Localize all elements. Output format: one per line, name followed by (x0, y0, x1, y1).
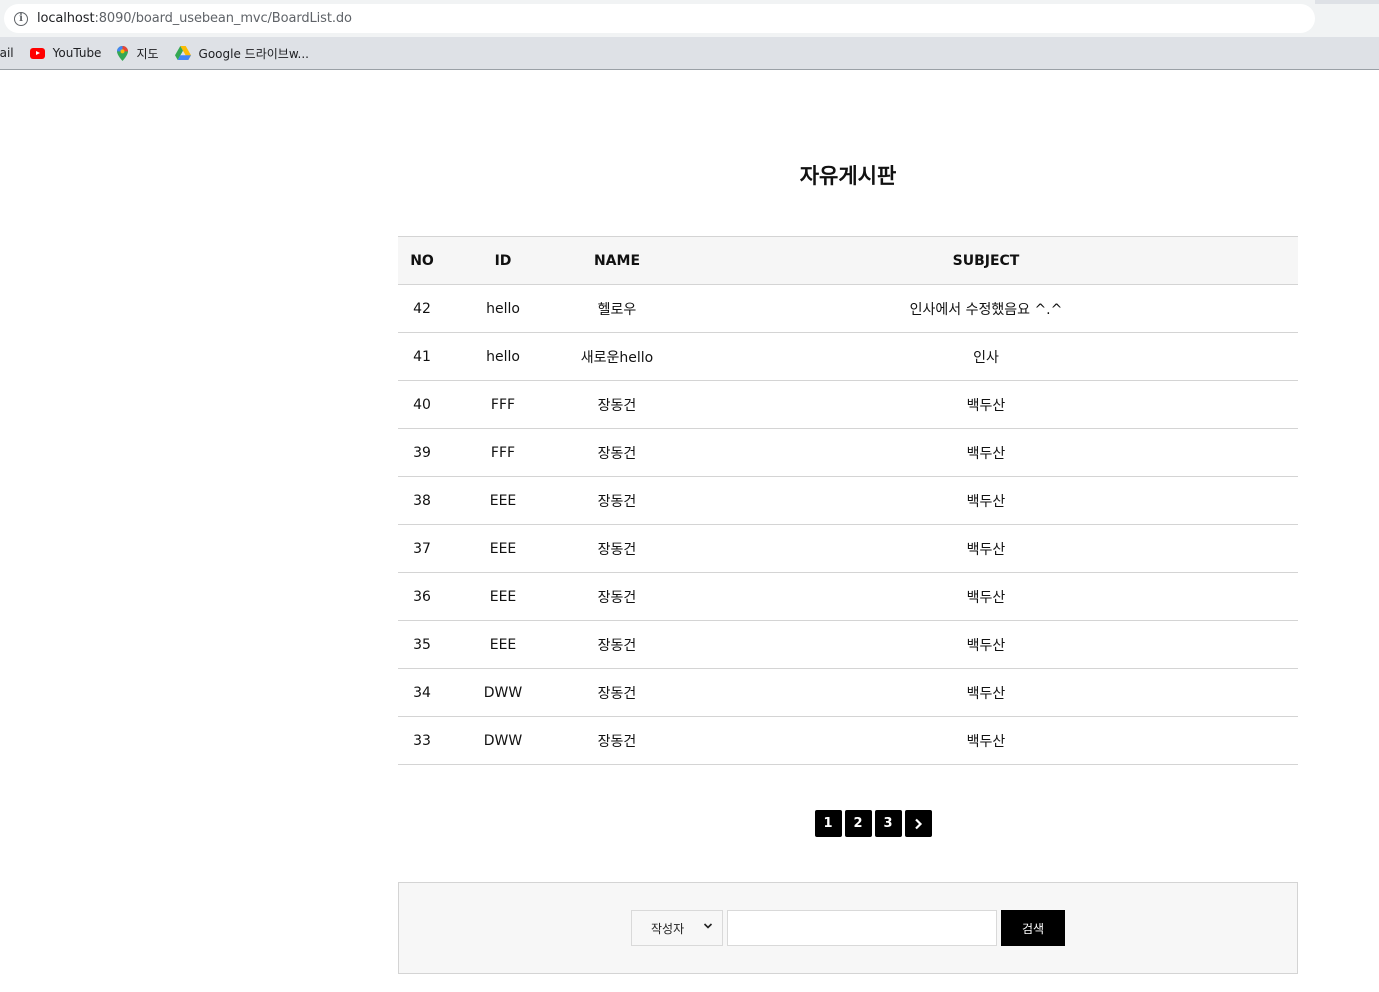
cell-name: 장동건 (560, 668, 674, 717)
search-button[interactable]: 검색 (1001, 910, 1065, 946)
cell-name: 헬로우 (560, 284, 674, 333)
cell-subject[interactable]: 백두산 (674, 380, 1298, 429)
cell-subject[interactable]: 백두산 (674, 428, 1298, 477)
table-row[interactable]: 40 FFF 장동건 백두산 (398, 380, 1298, 429)
cell-no: 38 (398, 476, 446, 525)
header-id: ID (494, 252, 512, 269)
youtube-icon (29, 47, 45, 59)
cell-subject[interactable]: 인사 (674, 332, 1298, 381)
table-row[interactable]: 36 EEE 장동건 백두산 (398, 572, 1298, 621)
url-text[interactable]: localhost:8090/board_usebean_mvc/BoardLi… (37, 11, 352, 26)
cell-name: 장동건 (560, 380, 674, 429)
cell-no: 34 (398, 668, 446, 717)
header-subject: SUBJECT (952, 252, 1020, 269)
table-row[interactable]: 37 EEE 장동건 백두산 (398, 524, 1298, 573)
google-drive-icon (174, 46, 191, 60)
table-row[interactable]: 33 DWW 장동건 백두산 (398, 716, 1298, 765)
cell-subject[interactable]: 백두산 (674, 716, 1298, 765)
url-field[interactable]: i localhost:8090/board_usebean_mvc/Board… (4, 4, 1315, 33)
page-button-1[interactable]: 1 (814, 810, 842, 837)
search-panel: 작성자 검색 (398, 882, 1298, 974)
url-path: :8090/board_usebean_mvc/BoardList.do (94, 11, 352, 26)
cell-no: 35 (398, 620, 446, 669)
cell-no: 42 (398, 284, 446, 333)
chevron-right-icon (915, 818, 923, 829)
bookmark-google-drive[interactable]: Google 드라이브w... (174, 37, 309, 69)
cell-subject[interactable]: 인사에서 수정했음요 ^.^ (674, 284, 1298, 333)
next-page-button[interactable] (904, 810, 932, 837)
site-info-icon[interactable]: i (14, 11, 28, 26)
bookmark-drive-label: Google 드라이브w... (198, 46, 309, 61)
cell-name: 장동건 (560, 572, 674, 621)
bookmark-gmail[interactable]: nail (0, 37, 14, 69)
cell-subject[interactable]: 백두산 (674, 476, 1298, 525)
cell-no: 41 (398, 332, 446, 381)
table-row[interactable]: 34 DWW 장동건 백두산 (398, 668, 1298, 717)
cell-no: 33 (398, 716, 446, 765)
cell-id: DWW (446, 668, 560, 717)
pagination: 1 2 3 (398, 810, 1298, 837)
cell-name: 장동건 (560, 428, 674, 477)
cell-id: EEE (446, 620, 560, 669)
cell-id: EEE (446, 524, 560, 573)
url-host: localhost (37, 11, 95, 26)
cell-subject[interactable]: 백두산 (674, 524, 1298, 573)
board-table: NO ID NAME SUBJECT 42 hello 헬로우 인사에서 수정했… (398, 236, 1298, 765)
chevron-down-icon (703, 922, 713, 930)
page-title: 자유게시판 (799, 164, 897, 188)
browser-address-bar: i localhost:8090/board_usebean_mvc/Board… (0, 0, 1379, 37)
bookmark-youtube-label: YouTube (52, 46, 102, 60)
bookmarks-bar: nail YouTube 지도 Google 드라이브w... (0, 37, 1379, 70)
cell-subject[interactable]: 백두산 (674, 668, 1298, 717)
cell-id: FFF (446, 380, 560, 429)
table-row[interactable]: 41 hello 새로운hello 인사 (398, 332, 1298, 381)
cell-id: hello (446, 284, 560, 333)
cell-no: 40 (398, 380, 446, 429)
cell-name: 새로운hello (560, 332, 674, 381)
cell-name: 장동건 (560, 716, 674, 765)
cell-id: EEE (446, 476, 560, 525)
bookmark-youtube[interactable]: YouTube (29, 37, 102, 69)
maps-pin-icon (117, 45, 129, 61)
header-name: NAME (593, 252, 641, 269)
bookmark-maps[interactable]: 지도 (117, 37, 159, 69)
search-field-select[interactable]: 작성자 (631, 910, 723, 946)
bookmark-maps-label: 지도 (136, 46, 159, 61)
table-header-row: NO ID NAME SUBJECT (398, 236, 1298, 285)
cell-no: 36 (398, 572, 446, 621)
page-button-3[interactable]: 3 (874, 810, 902, 837)
cell-name: 장동건 (560, 524, 674, 573)
cell-no: 39 (398, 428, 446, 477)
search-field-selected: 작성자 (651, 921, 685, 936)
table-row[interactable]: 39 FFF 장동건 백두산 (398, 428, 1298, 477)
page-button-2[interactable]: 2 (844, 810, 872, 837)
cell-id: DWW (446, 716, 560, 765)
cell-name: 장동건 (560, 620, 674, 669)
cell-name: 장동건 (560, 476, 674, 525)
table-row[interactable]: 38 EEE 장동건 백두산 (398, 476, 1298, 525)
search-keyword-input[interactable] (727, 910, 997, 946)
table-row[interactable]: 42 hello 헬로우 인사에서 수정했음요 ^.^ (398, 284, 1298, 333)
table-row[interactable]: 35 EEE 장동건 백두산 (398, 620, 1298, 669)
cell-subject[interactable]: 백두산 (674, 620, 1298, 669)
cell-id: hello (446, 332, 560, 381)
bookmark-gmail-label: nail (0, 46, 14, 60)
cell-subject[interactable]: 백두산 (674, 572, 1298, 621)
cell-id: FFF (446, 428, 560, 477)
header-no: NO (410, 252, 434, 269)
tab-strip-edge (1315, 0, 1379, 4)
cell-id: EEE (446, 572, 560, 621)
cell-no: 37 (398, 524, 446, 573)
